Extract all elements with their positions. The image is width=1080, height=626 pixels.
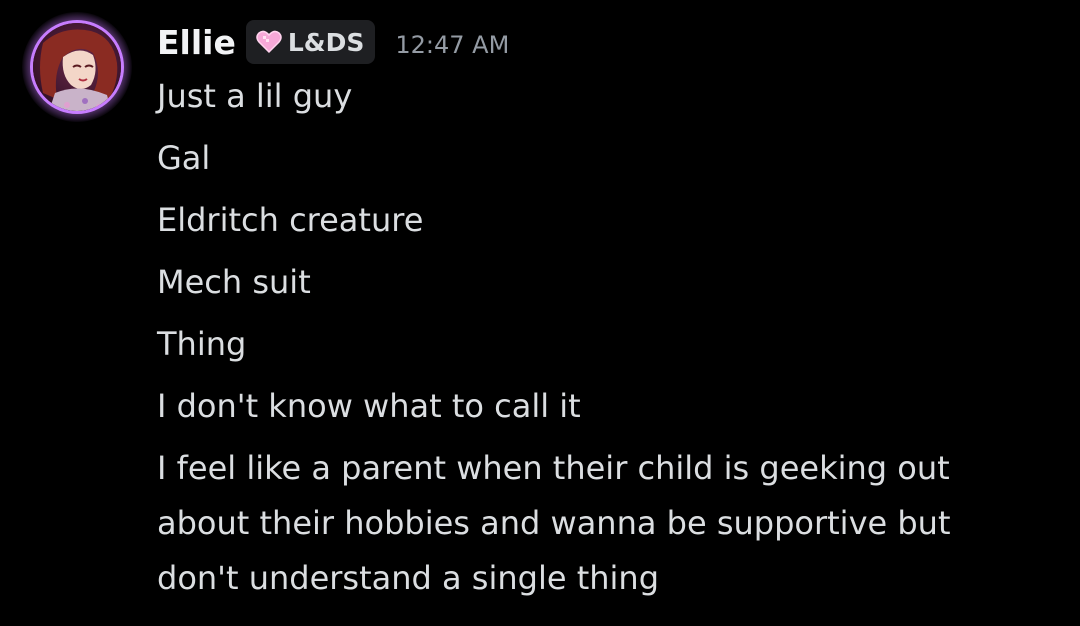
message-content: Just a lil guy Gal Eldritch creature Mec… — [157, 74, 1037, 624]
avatar-image[interactable] — [30, 20, 124, 114]
message-line: Mech suit — [157, 263, 311, 301]
message-header: Ellie L&DS 12:47 AM — [157, 20, 509, 64]
username[interactable]: Ellie — [157, 23, 236, 62]
avatar[interactable] — [22, 12, 132, 122]
message-line: Gal — [157, 139, 211, 177]
message-line: Eldritch creature — [157, 201, 424, 239]
pink-heart-icon — [256, 30, 282, 54]
message-group: Ellie L&DS 12:47 AM Just a lil guy Gal E… — [0, 0, 1080, 626]
message-line: I feel like a parent when their child is… — [157, 449, 951, 597]
message-timestamp[interactable]: 12:47 AM — [395, 31, 509, 59]
message-line: I don't know what to call it — [157, 387, 581, 425]
message-line: Just a lil guy — [157, 77, 353, 115]
message-line: Thing — [157, 325, 247, 363]
server-tag-badge[interactable]: L&DS — [245, 20, 376, 64]
server-tag-label: L&DS — [287, 27, 365, 57]
